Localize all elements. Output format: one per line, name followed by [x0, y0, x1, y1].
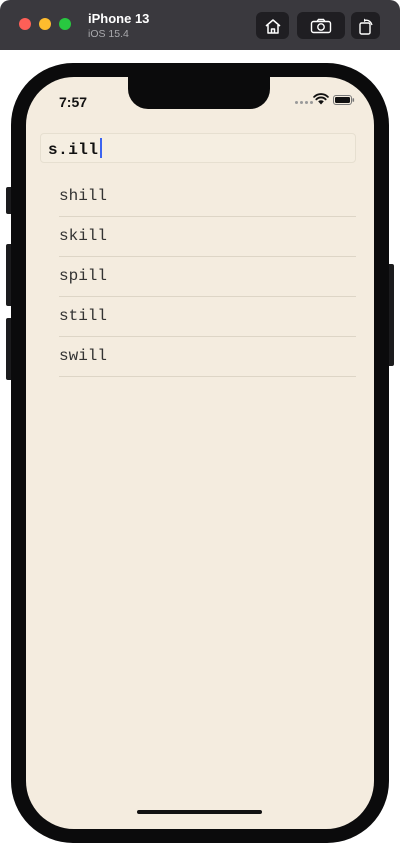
list-item-word: swill — [59, 347, 108, 365]
simulator-toolbar: iPhone 13 iOS 15.4 — [0, 0, 400, 50]
phone-frame: 7:57 s.ill shill skill spill still swill — [11, 63, 389, 843]
list-item-word: shill — [59, 187, 108, 205]
list-item-word: spill — [59, 267, 108, 285]
screenshot-button[interactable] — [297, 12, 345, 39]
screen: 7:57 s.ill shill skill spill still swill — [26, 77, 374, 829]
zoom-window-button[interactable] — [59, 18, 71, 30]
wifi-icon — [313, 93, 329, 105]
cellular-icon — [295, 101, 313, 105]
device-name: iPhone 13 — [88, 11, 150, 26]
camera-icon — [310, 18, 332, 33]
list-item-word: still — [59, 307, 108, 325]
search-input-value: s.ill — [48, 141, 99, 159]
text-caret — [99, 138, 102, 158]
power-button — [389, 264, 394, 366]
home-indicator[interactable] — [137, 810, 262, 814]
list-item[interactable]: still — [59, 297, 356, 337]
list-item[interactable]: shill — [59, 177, 356, 217]
list-item[interactable]: swill — [59, 337, 356, 377]
home-button[interactable] — [256, 12, 289, 39]
os-version: iOS 15.4 — [88, 28, 129, 40]
minimize-window-button[interactable] — [39, 18, 51, 30]
home-icon — [265, 18, 280, 34]
search-input[interactable]: s.ill — [40, 133, 356, 163]
close-window-button[interactable] — [19, 18, 31, 30]
status-time: 7:57 — [59, 94, 88, 110]
rotate-button[interactable] — [351, 12, 380, 39]
notch — [128, 77, 270, 109]
list-item-word: skill — [59, 227, 108, 245]
list-item[interactable]: spill — [59, 257, 356, 297]
list-item[interactable]: skill — [59, 217, 356, 257]
battery-icon — [333, 95, 355, 105]
results-list: shill skill spill still swill — [59, 177, 356, 377]
rotate-icon — [358, 18, 373, 35]
